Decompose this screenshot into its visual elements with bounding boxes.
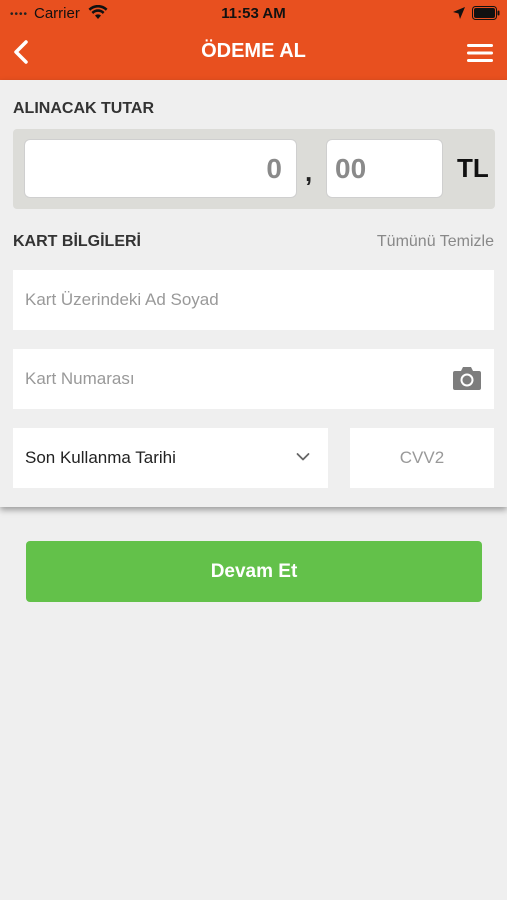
continue-button[interactable]: Devam Et — [26, 541, 482, 602]
expiry-date-select[interactable]: Son Kullanma Tarihi — [13, 428, 328, 488]
chevron-down-icon — [296, 453, 310, 461]
currency-label: TL — [457, 153, 489, 183]
location-arrow-icon — [453, 7, 465, 19]
camera-icon[interactable] — [452, 365, 482, 391]
battery-icon — [472, 6, 500, 20]
page-title: ÖDEME AL — [201, 40, 306, 62]
card-number-placeholder: Kart Numarası — [25, 369, 135, 388]
hamburger-menu-icon[interactable] — [466, 42, 494, 64]
clock-time: 11:53 AM — [221, 5, 286, 22]
card-info-section-label: KART BİLGİLERİ — [13, 233, 141, 250]
amount-section-label: ALINACAK TUTAR — [13, 100, 155, 117]
amount-decimal-input[interactable]: 00 — [326, 139, 443, 198]
amount-integer-input[interactable]: 0 — [24, 139, 297, 198]
amount-input-group: 0 , 00 TL — [13, 129, 495, 209]
decimal-separator: , — [305, 157, 313, 187]
card-number-input[interactable]: Kart Numarası — [13, 349, 494, 409]
payment-card: ALINACAK TUTAR 0 , 00 TL KART BİLGİLERİ … — [0, 80, 507, 507]
expiry-date-label: Son Kullanma Tarihi — [25, 448, 176, 467]
cardholder-name-input[interactable]: Kart Üzerindeki Ad Soyad — [13, 270, 494, 330]
top-header: •••• Carrier 11:53 AM ÖDEME AL — [0, 0, 507, 80]
status-bar: •••• Carrier 11:53 AM — [0, 0, 507, 26]
cvv-input[interactable]: CVV2 — [350, 428, 494, 488]
clear-all-button[interactable]: Tümünü Temizle — [377, 233, 494, 251]
